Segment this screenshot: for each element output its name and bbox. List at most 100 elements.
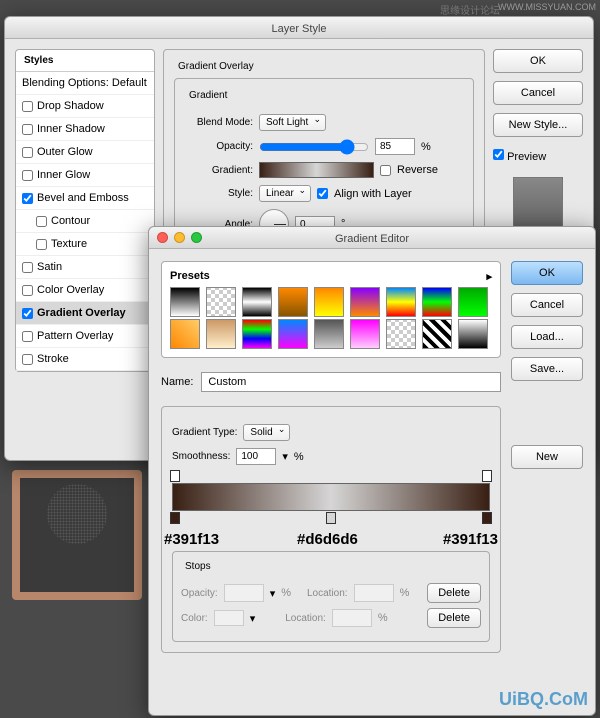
- outer-glow-check[interactable]: [22, 147, 33, 158]
- opacity-slider[interactable]: [259, 139, 369, 155]
- preset-swatch[interactable]: [278, 319, 308, 349]
- delete-opacity-stop-button[interactable]: Delete: [427, 583, 481, 603]
- contour-check[interactable]: [36, 216, 47, 227]
- layer-style-titlebar[interactable]: Layer Style: [5, 17, 593, 39]
- ge-save-button[interactable]: Save...: [511, 357, 583, 381]
- pattern-overlay-check[interactable]: [22, 331, 33, 342]
- style-color-overlay[interactable]: Color Overlay: [16, 279, 154, 302]
- opacity-input[interactable]: [375, 138, 415, 155]
- gradient-editor-buttons: OK Cancel Load... Save... New: [511, 261, 583, 653]
- blend-mode-select[interactable]: Soft Light: [259, 114, 326, 131]
- opacity-stop[interactable]: [482, 470, 492, 482]
- style-inner-shadow[interactable]: Inner Shadow: [16, 118, 154, 141]
- ge-load-button[interactable]: Load...: [511, 325, 583, 349]
- zoom-icon[interactable]: [191, 232, 202, 243]
- preset-swatch[interactable]: [458, 287, 488, 317]
- preset-swatch[interactable]: [206, 287, 236, 317]
- blending-options[interactable]: Blending Options: Default: [16, 72, 154, 95]
- stops-label: Stops: [181, 561, 215, 572]
- preset-swatch[interactable]: [386, 287, 416, 317]
- stroke-check[interactable]: [22, 354, 33, 365]
- style-texture[interactable]: Texture: [16, 233, 154, 256]
- gradient-title: Gradient: [185, 90, 231, 101]
- style-select[interactable]: Linear: [259, 185, 311, 202]
- blend-mode-label: Blend Mode:: [185, 117, 253, 128]
- style-bevel-emboss[interactable]: Bevel and Emboss: [16, 187, 154, 210]
- cancel-button[interactable]: Cancel: [493, 81, 583, 105]
- preset-swatch[interactable]: [314, 319, 344, 349]
- style-satin[interactable]: Satin: [16, 256, 154, 279]
- preset-swatch[interactable]: [206, 319, 236, 349]
- stop-location-label2: Location:: [285, 613, 326, 624]
- preset-swatch[interactable]: [458, 319, 488, 349]
- color-stop[interactable]: [482, 512, 492, 524]
- gradient-editor-title: Gradient Editor: [335, 233, 409, 245]
- new-style-button[interactable]: New Style...: [493, 113, 583, 137]
- style-pattern-overlay[interactable]: Pattern Overlay: [16, 325, 154, 348]
- presets-panel: Presets ▸: [161, 261, 501, 358]
- inner-shadow-check[interactable]: [22, 124, 33, 135]
- preset-swatch[interactable]: [350, 319, 380, 349]
- presets-menu-icon[interactable]: ▸: [486, 270, 492, 283]
- preset-swatch[interactable]: [422, 287, 452, 317]
- inner-glow-check[interactable]: [22, 170, 33, 181]
- bevel-check[interactable]: [22, 193, 33, 204]
- preset-swatch[interactable]: [350, 287, 380, 317]
- gradient-type-label: Gradient Type:: [172, 427, 237, 438]
- hex-left: #391f13: [164, 531, 219, 548]
- opacity-label: Opacity:: [185, 141, 253, 152]
- gradient-editor-titlebar[interactable]: Gradient Editor: [149, 227, 595, 249]
- style-outer-glow[interactable]: Outer Glow: [16, 141, 154, 164]
- opacity-stop[interactable]: [170, 470, 180, 482]
- stop-location-label: Location:: [307, 588, 348, 599]
- texture-check[interactable]: [36, 239, 47, 250]
- smoothness-input[interactable]: [236, 448, 276, 465]
- preset-swatch[interactable]: [170, 319, 200, 349]
- hex-mid: #d6d6d6: [297, 531, 358, 548]
- style-contour[interactable]: Contour: [16, 210, 154, 233]
- name-input[interactable]: [201, 372, 501, 392]
- style-drop-shadow[interactable]: Drop Shadow: [16, 95, 154, 118]
- preset-swatch[interactable]: [314, 287, 344, 317]
- ge-ok-button[interactable]: OK: [511, 261, 583, 285]
- preview-check[interactable]: [493, 149, 504, 160]
- preset-swatch[interactable]: [422, 319, 452, 349]
- style-label: Style:: [185, 188, 253, 199]
- preset-swatch[interactable]: [386, 319, 416, 349]
- ok-button[interactable]: OK: [493, 49, 583, 73]
- gradient-swatch[interactable]: [259, 162, 374, 178]
- color-stop[interactable]: [326, 512, 336, 524]
- style-stroke[interactable]: Stroke: [16, 348, 154, 371]
- close-icon[interactable]: [157, 232, 168, 243]
- watermark-bottom: UiBQ.CoM: [499, 689, 588, 710]
- presets-grid: [170, 287, 492, 349]
- gradient-type-select[interactable]: Solid: [243, 424, 290, 441]
- name-label: Name:: [161, 376, 193, 388]
- color-overlay-check[interactable]: [22, 285, 33, 296]
- presets-label: Presets: [170, 270, 210, 283]
- ge-new-button[interactable]: New: [511, 445, 583, 469]
- minimize-icon[interactable]: [174, 232, 185, 243]
- preset-swatch[interactable]: [242, 319, 272, 349]
- preset-swatch[interactable]: [170, 287, 200, 317]
- drop-shadow-check[interactable]: [22, 101, 33, 112]
- delete-color-stop-button[interactable]: Delete: [427, 608, 481, 628]
- gradient-overlay-check[interactable]: [22, 308, 33, 319]
- color-stop[interactable]: [170, 512, 180, 524]
- style-gradient-overlay[interactable]: Gradient Overlay: [16, 302, 154, 325]
- preset-swatch[interactable]: [278, 287, 308, 317]
- stop-opacity-label: Opacity:: [181, 588, 218, 599]
- go-title: Gradient Overlay: [174, 61, 258, 72]
- smoothness-dropdown-icon[interactable]: ▾: [282, 450, 288, 463]
- stop-color-swatch: [214, 610, 244, 626]
- reverse-check[interactable]: [380, 165, 391, 176]
- ge-cancel-button[interactable]: Cancel: [511, 293, 583, 317]
- align-check[interactable]: [317, 188, 328, 199]
- hex-right: #391f13: [443, 531, 498, 548]
- preset-swatch[interactable]: [242, 287, 272, 317]
- styles-header[interactable]: Styles: [16, 50, 154, 72]
- gradient-strip[interactable]: [172, 483, 490, 511]
- style-inner-glow[interactable]: Inner Glow: [16, 164, 154, 187]
- satin-check[interactable]: [22, 262, 33, 273]
- traffic-lights: [157, 232, 202, 243]
